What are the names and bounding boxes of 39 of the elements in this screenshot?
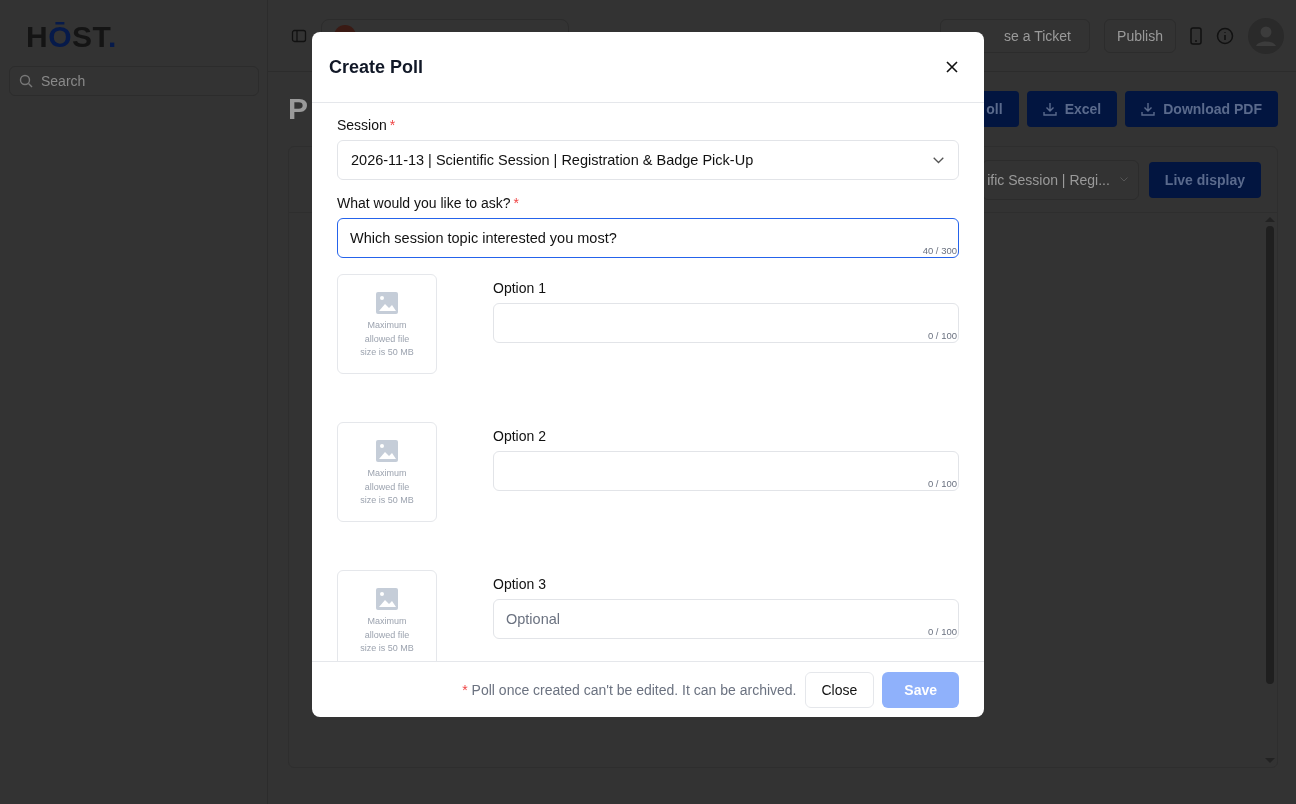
file-size-hint: Maximum allowed file size is 50 MB (359, 467, 415, 507)
image-upload[interactable]: Maximum allowed file size is 50 MB (337, 422, 437, 522)
sidebar-toggle-icon[interactable] (291, 27, 307, 44)
option-label: Option 2 (493, 428, 547, 444)
image-upload[interactable]: Maximum allowed file size is 50 MB (337, 570, 437, 661)
publish-button[interactable]: Publish (1104, 18, 1176, 53)
download-icon (1042, 102, 1057, 116)
footer-note: * Poll once created can't be edited. It can be archived. (462, 681, 797, 698)
phone-icon[interactable] (1190, 26, 1202, 45)
search-icon (19, 74, 33, 88)
character-counter: 0 / 100 (927, 478, 957, 489)
dialog-title: Create Poll (329, 56, 424, 78)
option-field[interactable] (493, 303, 959, 343)
image-icon (376, 440, 398, 462)
image-icon (376, 588, 398, 610)
image-icon (376, 292, 398, 314)
option-field[interactable] (493, 451, 959, 491)
field-label: Session * (337, 117, 396, 133)
close-button[interactable]: Close (804, 671, 875, 708)
file-size-hint: Maximum allowed file size is 50 MB (359, 615, 415, 655)
image-upload[interactable]: Maximum allowed file size is 50 MB (337, 274, 437, 374)
download-button[interactable]: Download PDF (1125, 91, 1278, 127)
character-counter: 0 / 100 (927, 330, 957, 341)
page-title: P (288, 92, 308, 126)
file-size-hint: Maximum allowed file size is 50 MB (359, 319, 415, 359)
download-icon (1141, 102, 1156, 116)
session-select[interactable]: 2026-11-13 | Scientific Session | Registration & Badge Pick-Up (337, 140, 959, 180)
close-icon[interactable] (944, 59, 960, 75)
chevron-icon (933, 156, 944, 164)
character-counter: 0 / 100 (927, 626, 957, 637)
option-label: Option 1 (493, 280, 547, 296)
option-label: Option 3 (493, 576, 547, 592)
character-counter: 40 / 300 (922, 245, 957, 256)
info-icon[interactable] (1216, 26, 1234, 45)
download-button[interactable]: Excel (1026, 91, 1118, 127)
search-field[interactable]: Search (9, 66, 259, 96)
chevron-icon (1119, 177, 1128, 182)
live-display-button[interactable]: Live display (1148, 161, 1261, 198)
field-label: What would you like to ask? * (337, 195, 519, 211)
